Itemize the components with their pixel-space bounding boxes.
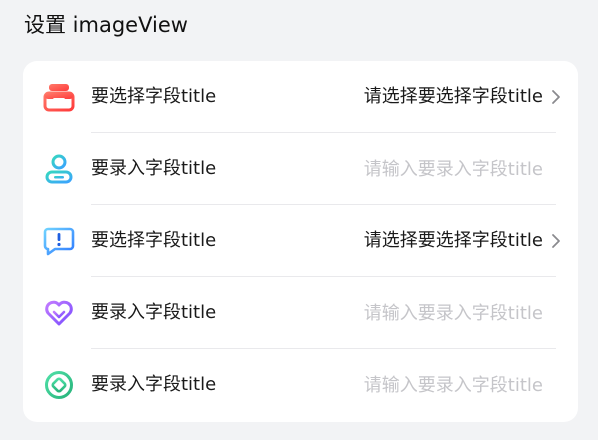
chevron-right-icon[interactable] xyxy=(551,89,561,105)
settings-row-input-2: 要录入字段title xyxy=(23,277,578,349)
settings-card: 要选择字段title 请选择要选择字段title 要录入字段title 请输入要… xyxy=(23,61,578,422)
row-label: 要录入字段title xyxy=(91,158,217,179)
text-input-field[interactable] xyxy=(323,295,543,331)
row-label: 要录入字段title xyxy=(91,374,217,395)
text-input-field[interactable] xyxy=(323,151,543,187)
target-circle-icon xyxy=(43,369,75,401)
inbox-tray-icon xyxy=(43,81,75,113)
row-label: 要选择字段title xyxy=(91,230,217,251)
row-label: 要选择字段title xyxy=(91,86,217,107)
text-input-field[interactable] xyxy=(323,367,543,403)
settings-page: 设置 imageView 要选择字段title 请选择要选择字段title 要录… xyxy=(0,0,598,440)
row-label: 要录入字段title xyxy=(91,302,217,323)
row-selected-value[interactable]: 请选择要选择字段title xyxy=(364,205,543,277)
row-selected-value[interactable]: 请选择要选择字段title xyxy=(364,61,543,133)
heart-icon xyxy=(43,297,75,329)
chevron-right-icon[interactable] xyxy=(551,233,561,249)
message-alert-icon xyxy=(43,225,75,257)
settings-row-select-2[interactable]: 要选择字段title 请选择要选择字段title xyxy=(23,205,578,277)
settings-row-input-1: 要录入字段title xyxy=(23,133,578,205)
user-profile-icon xyxy=(43,153,75,185)
settings-row-select-1[interactable]: 要选择字段title 请选择要选择字段title xyxy=(23,61,578,133)
settings-row-input-3: 要录入字段title xyxy=(23,349,578,421)
section-title: 设置 imageView xyxy=(24,13,188,37)
